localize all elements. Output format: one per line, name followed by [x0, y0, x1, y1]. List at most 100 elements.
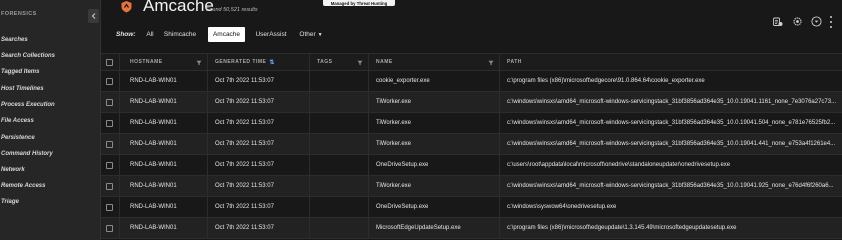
filter-icon[interactable] [357, 60, 363, 66]
sidebar-item-remote-access[interactable]: Remote Access [1, 183, 45, 189]
name-cell[interactable]: TiWorker.exe [369, 176, 500, 196]
export-icon [773, 17, 783, 26]
caret-down-icon: ▼ [317, 31, 323, 38]
row-select-cell [101, 71, 120, 91]
path-cell[interactable]: c:\program files (x86)\microsoft\edgeupd… [500, 218, 842, 238]
hostname-cell[interactable]: RND-LAB-WIN01 [120, 218, 208, 238]
tags-cell[interactable] [310, 92, 369, 112]
export-button[interactable] [771, 15, 784, 28]
generated-time-cell: Oct 7th 2022 11:53:07 [208, 134, 310, 154]
row-checkbox[interactable] [106, 224, 113, 232]
settings-button[interactable] [791, 15, 804, 28]
name-cell[interactable]: TiWorker.exe [369, 113, 500, 133]
sidebar: FORENSICS Searches Search Collections Ta… [0, 0, 101, 240]
path-cell[interactable]: c:\program files (x86)\microsoft\edgecor… [500, 71, 842, 91]
tab-other[interactable]: Other ▼ [295, 27, 327, 42]
tab-amcache[interactable]: Amcache [208, 27, 245, 42]
tags-cell[interactable] [310, 197, 369, 217]
more-icon-dot [830, 21, 832, 23]
table-row[interactable]: RND-LAB-WIN01 Oct 7th 2022 11:53:07 Micr… [101, 218, 842, 239]
name-header-label: NAME [376, 59, 393, 65]
hostname-header-label: HOSTNAME [130, 59, 163, 65]
name-cell[interactable]: OneDriveSetup.exe [369, 197, 500, 217]
tags-cell[interactable] [310, 113, 369, 133]
tags-cell[interactable] [310, 176, 369, 196]
row-checkbox[interactable] [106, 98, 113, 106]
hostname-cell[interactable]: RND-LAB-WIN01 [120, 113, 208, 133]
tab-all[interactable]: All [138, 27, 162, 42]
column-header-generated-time[interactable]: GENERATED TIME ⇅ [208, 54, 310, 70]
amcache-logo-icon [121, 1, 132, 13]
sidebar-item-file-access[interactable]: File Access [1, 118, 34, 124]
path-cell[interactable]: c:\windows\winsxs\amd64_microsoft-window… [500, 113, 842, 133]
hostname-cell[interactable]: RND-LAB-WIN01 [120, 92, 208, 112]
managed-banner: Managed by Threat Hunting [323, 0, 395, 6]
show-label: Show: [116, 31, 136, 38]
managed-banner-text: Managed by Threat Hunting [330, 0, 388, 6]
table-row[interactable]: RND-LAB-WIN01 Oct 7th 2022 11:53:07 TiWo… [101, 176, 842, 197]
name-cell[interactable]: OneDriveSetup.exe [369, 155, 500, 175]
results-count: Found 50,521 results [206, 7, 258, 13]
hostname-cell[interactable]: RND-LAB-WIN01 [120, 134, 208, 154]
table-row[interactable]: RND-LAB-WIN01 Oct 7th 2022 11:53:07 TiWo… [101, 113, 842, 134]
path-cell[interactable]: c:\windows\winsxs\amd64_microsoft-window… [500, 92, 842, 112]
table-row[interactable]: RND-LAB-WIN01 Oct 7th 2022 11:53:07 TiWo… [101, 92, 842, 113]
sidebar-item-host-timelines[interactable]: Host Timelines [1, 86, 44, 92]
sidebar-item-process-execution[interactable]: Process Execution [1, 102, 55, 108]
sidebar-item-searches[interactable]: Searches [1, 37, 28, 43]
column-header-name[interactable]: NAME [369, 54, 500, 70]
hostname-cell[interactable]: RND-LAB-WIN01 [120, 176, 208, 196]
more-options-button[interactable] [828, 16, 834, 28]
path-cell[interactable]: c:\windows\syswow64\onedrivesetup.exe [500, 197, 842, 217]
name-cell[interactable]: TiWorker.exe [369, 92, 500, 112]
table-row[interactable]: RND-LAB-WIN01 Oct 7th 2022 11:53:07 cook… [101, 71, 842, 92]
sidebar-item-tagged-items[interactable]: Tagged Items [1, 69, 39, 75]
sidebar-item-search-collections[interactable]: Search Collections [1, 53, 55, 59]
row-checkbox[interactable] [106, 182, 113, 190]
column-header-path[interactable]: PATH [500, 54, 842, 70]
more-icon-dot [830, 16, 832, 18]
sidebar-item-triage[interactable]: Triage [1, 199, 19, 205]
row-checkbox[interactable] [106, 77, 113, 85]
generated-time-cell: Oct 7th 2022 11:53:07 [208, 92, 310, 112]
column-header-hostname[interactable]: HOSTNAME [120, 54, 208, 70]
row-checkbox[interactable] [106, 203, 113, 211]
tags-header-label: TAGS [317, 59, 333, 65]
path-cell[interactable]: c:\users\root\appdata\local\microsoft\on… [500, 155, 842, 175]
select-all-checkbox[interactable] [106, 58, 113, 66]
hostname-cell[interactable]: RND-LAB-WIN01 [120, 155, 208, 175]
table-row[interactable]: RND-LAB-WIN01 Oct 7th 2022 11:53:07 TiWo… [101, 134, 842, 155]
row-checkbox[interactable] [106, 140, 113, 148]
settings-gear-icon [793, 17, 802, 26]
hostname-cell[interactable]: RND-LAB-WIN01 [120, 197, 208, 217]
path-cell[interactable]: c:\windows\winsxs\amd64_microsoft-window… [500, 176, 842, 196]
row-checkbox[interactable] [106, 119, 113, 127]
name-cell[interactable]: cookie_exporter.exe [369, 71, 500, 91]
tags-cell[interactable] [310, 155, 369, 175]
sort-icon[interactable]: ⇅ [269, 59, 275, 66]
generated-time-header-label: GENERATED TIME [215, 59, 267, 65]
sidebar-item-command-history[interactable]: Command History [1, 151, 53, 157]
sidebar-item-persistence[interactable]: Persistence [1, 135, 35, 141]
name-cell[interactable]: MicrosoftEdgeUpdateSetup.exe [369, 218, 500, 238]
filter-icon[interactable] [196, 60, 202, 66]
row-select-cell [101, 134, 120, 154]
filter-icon[interactable] [488, 60, 494, 66]
column-header-tags[interactable]: TAGS [310, 54, 369, 70]
row-checkbox[interactable] [106, 161, 113, 169]
sidebar-item-network[interactable]: Network [1, 167, 25, 173]
filter-dropdown-button[interactable] [810, 15, 823, 28]
table-row[interactable]: RND-LAB-WIN01 Oct 7th 2022 11:53:07 OneD… [101, 155, 842, 176]
name-cell[interactable]: TiWorker.exe [369, 134, 500, 154]
hostname-cell[interactable]: RND-LAB-WIN01 [120, 71, 208, 91]
collapse-sidebar-button[interactable] [88, 9, 99, 23]
tags-cell[interactable] [310, 218, 369, 238]
tags-cell[interactable] [310, 134, 369, 154]
tab-shimcache[interactable]: Shimcache [161, 27, 199, 42]
page-title: Amcache [143, 0, 214, 15]
generated-time-cell: Oct 7th 2022 11:53:07 [208, 176, 310, 196]
tags-cell[interactable] [310, 71, 369, 91]
path-cell[interactable]: c:\windows\winsxs\amd64_microsoft-window… [500, 134, 842, 154]
tab-userassist[interactable]: UserAssist [251, 27, 291, 42]
table-row[interactable]: RND-LAB-WIN01 Oct 7th 2022 11:53:07 OneD… [101, 197, 842, 218]
